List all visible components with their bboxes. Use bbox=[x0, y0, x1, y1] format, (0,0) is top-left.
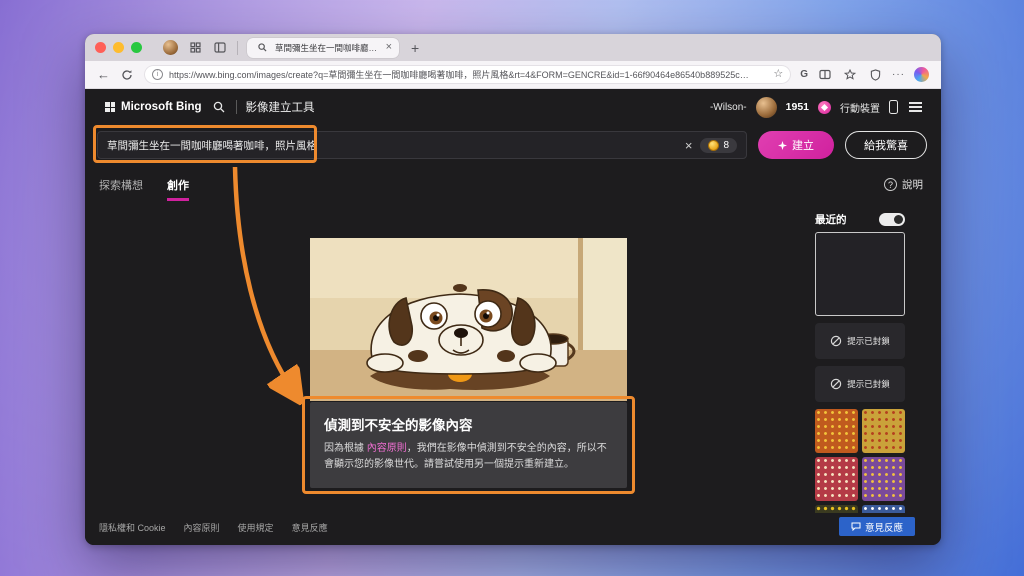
recent-thumbnail[interactable] bbox=[815, 505, 858, 513]
tab-close-icon[interactable]: × bbox=[386, 42, 392, 53]
coin-icon bbox=[708, 139, 720, 151]
header-right: -Wilson- 1951 行動裝置 bbox=[710, 96, 924, 118]
blocked-label: 提示已封鎖 bbox=[847, 336, 890, 346]
create-button[interactable]: 建立 bbox=[758, 131, 834, 159]
blocked-prompt-item[interactable]: 提示已封鎖 bbox=[815, 323, 905, 359]
blocked-icon bbox=[831, 378, 842, 390]
speech-bubble-icon bbox=[851, 522, 861, 531]
unsafe-content-warning: 偵測到不安全的影像內容 因為根據 內容原則，我們在影像中偵測到不安全的內容，所以… bbox=[310, 402, 627, 488]
rewards-points[interactable]: 1951 bbox=[786, 101, 809, 113]
split-screen-icon[interactable] bbox=[817, 67, 833, 83]
rewards-icon[interactable] bbox=[818, 100, 831, 114]
help-link[interactable]: ? 說明 bbox=[884, 177, 923, 192]
warning-body: 因為根據 內容原則，我們在影像中偵測到不安全的內容，所以不會顯示您的影像世代。請… bbox=[324, 441, 613, 472]
boost-coin-badge[interactable]: 8 bbox=[700, 137, 737, 153]
footer-link-terms[interactable]: 使用規定 bbox=[238, 521, 274, 534]
browser-profile-avatar[interactable] bbox=[163, 40, 178, 55]
dog-illustration bbox=[310, 238, 627, 401]
bing-image-creator-page: Microsoft Bing 影像建立工具 -Wilson- 1951 行動裝置 bbox=[85, 89, 941, 545]
section-tabs: 探索構想 創作 ? 說明 bbox=[99, 177, 923, 201]
microsoft-logo-icon bbox=[105, 102, 115, 112]
blocked-label: 提示已封鎖 bbox=[847, 379, 890, 389]
recent-sidebar: 最近的 提示已封鎖 提示已封鎖 bbox=[815, 211, 905, 513]
vertical-tabs-icon[interactable] bbox=[212, 40, 228, 56]
copilot-icon[interactable] bbox=[914, 67, 929, 82]
site-info-icon[interactable]: i bbox=[152, 69, 163, 80]
feedback-button[interactable]: 意見反應 bbox=[839, 517, 915, 536]
phone-icon[interactable] bbox=[889, 100, 898, 114]
prompt-bar: × 8 建立 給我驚喜 bbox=[97, 131, 927, 159]
footer-link-content-policy[interactable]: 內容原則 bbox=[184, 521, 220, 534]
footer-link-feedback[interactable]: 意見反應 bbox=[292, 521, 328, 534]
feedback-button-label: 意見反應 bbox=[864, 522, 903, 534]
maximize-window-button[interactable] bbox=[131, 42, 142, 53]
recent-thumbnail[interactable] bbox=[862, 409, 905, 453]
favorites-icon[interactable] bbox=[842, 67, 858, 83]
page-title: 影像建立工具 bbox=[245, 102, 315, 114]
brand-text: Microsoft Bing bbox=[121, 101, 202, 113]
recent-thumbnail[interactable] bbox=[815, 457, 858, 501]
footer-links: 隱私權和 Cookie 內容原則 使用規定 意見反應 bbox=[99, 521, 328, 534]
url-text: https://www.bing.com/images/create?q=草間彌… bbox=[169, 70, 749, 80]
new-tab-button[interactable]: + bbox=[408, 41, 422, 55]
desktop-background: 草間彌生坐在一間咖啡廳喝著咖... × + ← i https://www.bi… bbox=[0, 0, 1024, 576]
surprise-button-label: 給我驚喜 bbox=[864, 140, 908, 152]
generated-image[interactable] bbox=[310, 238, 627, 401]
create-button-label: 建立 bbox=[792, 140, 814, 152]
prompt-input[interactable] bbox=[107, 139, 677, 151]
tab-creations[interactable]: 創作 bbox=[167, 177, 189, 201]
minimize-window-button[interactable] bbox=[113, 42, 124, 53]
hamburger-menu-icon[interactable] bbox=[907, 100, 924, 114]
help-icon: ? bbox=[884, 178, 897, 191]
window-controls bbox=[95, 42, 142, 53]
header-search-icon[interactable] bbox=[211, 99, 227, 115]
browser-window: 草間彌生坐在一間咖啡廳喝著咖... × + ← i https://www.bi… bbox=[85, 34, 941, 545]
recent-thumbnails bbox=[815, 409, 905, 513]
recent-thumbnail[interactable] bbox=[862, 505, 905, 513]
warning-title: 偵測到不安全的影像內容 bbox=[324, 418, 473, 433]
site-header: Microsoft Bing 影像建立工具 -Wilson- 1951 行動裝置 bbox=[85, 94, 941, 120]
close-window-button[interactable] bbox=[95, 42, 106, 53]
surprise-me-button[interactable]: 給我驚喜 bbox=[845, 131, 927, 159]
shield-icon[interactable] bbox=[867, 67, 883, 83]
blocked-icon bbox=[831, 335, 842, 347]
translate-icon[interactable]: G bbox=[800, 69, 808, 80]
sparkle-icon bbox=[778, 140, 787, 150]
mobile-link[interactable]: 行動裝置 bbox=[840, 100, 880, 115]
search-favicon-icon bbox=[254, 40, 270, 56]
back-icon[interactable]: ← bbox=[97, 68, 110, 81]
more-options-icon[interactable]: ··· bbox=[892, 69, 905, 80]
tabbar-divider bbox=[237, 40, 238, 55]
url-field[interactable]: i https://www.bing.com/images/create?q=草… bbox=[144, 65, 792, 84]
help-label: 說明 bbox=[902, 179, 923, 191]
user-avatar[interactable] bbox=[755, 96, 777, 118]
content-policy-link[interactable]: 內容原則 bbox=[367, 443, 407, 454]
selected-creation-empty[interactable] bbox=[815, 232, 905, 316]
footer-link-privacy[interactable]: 隱私權和 Cookie bbox=[99, 521, 166, 534]
recent-toggle[interactable] bbox=[879, 212, 905, 226]
coin-count: 8 bbox=[723, 139, 729, 151]
recent-thumbnail[interactable] bbox=[862, 457, 905, 501]
recent-header: 最近的 bbox=[815, 211, 905, 227]
browser-action-icons: G ··· bbox=[800, 67, 929, 83]
reload-icon[interactable] bbox=[119, 67, 135, 83]
recent-thumbnail[interactable] bbox=[815, 409, 858, 453]
prompt-field[interactable]: × 8 bbox=[97, 131, 747, 159]
header-divider bbox=[235, 100, 237, 114]
warning-body-prefix: 因為根據 bbox=[324, 443, 367, 454]
microsoft-bing-logo[interactable]: Microsoft Bing bbox=[105, 101, 202, 113]
browser-tab-strip: 草間彌生坐在一間咖啡廳喝著咖... × + bbox=[85, 34, 941, 61]
recent-label: 最近的 bbox=[815, 213, 847, 226]
bookmark-star-icon[interactable]: ☆ bbox=[773, 69, 783, 80]
tab-title: 草間彌生坐在一間咖啡廳喝著咖... bbox=[275, 42, 381, 53]
tab-grid-icon[interactable] bbox=[187, 40, 203, 56]
toggle-knob bbox=[894, 214, 903, 224]
blocked-prompt-item[interactable]: 提示已封鎖 bbox=[815, 366, 905, 402]
tab-explore-ideas[interactable]: 探索構想 bbox=[99, 177, 143, 198]
browser-address-bar: ← i https://www.bing.com/images/create?q… bbox=[85, 61, 941, 89]
browser-tab-active[interactable]: 草間彌生坐在一間咖啡廳喝著咖... × bbox=[247, 37, 399, 58]
user-name[interactable]: -Wilson- bbox=[710, 102, 747, 113]
clear-input-icon[interactable]: × bbox=[685, 139, 693, 152]
